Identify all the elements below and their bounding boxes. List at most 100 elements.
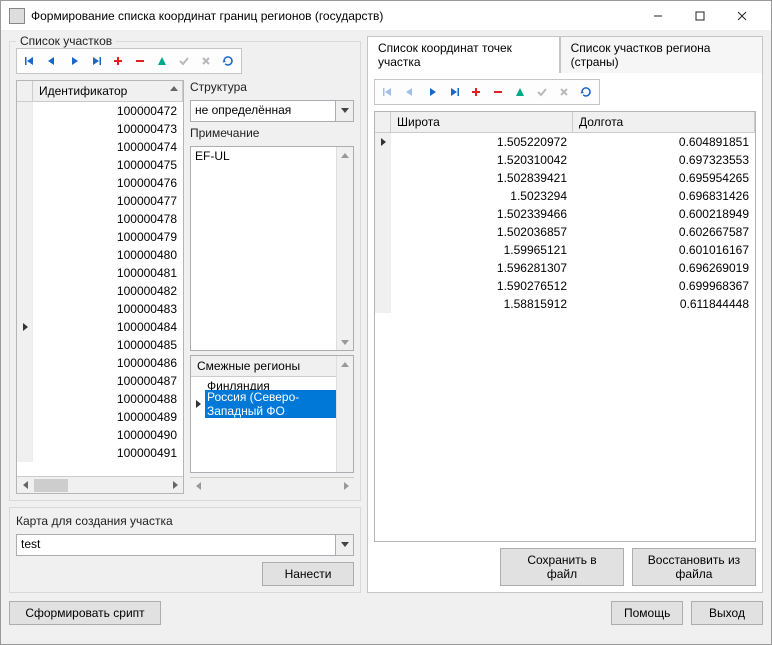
table-row[interactable]: 1.5052209720.604891851 <box>375 133 755 151</box>
row-indicator-icon <box>17 390 33 408</box>
map-select[interactable]: test <box>16 534 354 556</box>
id-grid-header[interactable]: Идентификатор <box>33 81 183 101</box>
id-grid[interactable]: Идентификатор 10000047210000047310000047… <box>16 80 184 494</box>
row-indicator-icon <box>375 205 391 223</box>
nav-last-icon[interactable] <box>86 51 106 71</box>
apply-button[interactable]: Нанести <box>262 562 354 586</box>
table-row[interactable]: 100000481 <box>17 264 183 282</box>
scroll-up-icon[interactable] <box>337 356 353 373</box>
nav-add-icon[interactable] <box>466 82 486 102</box>
scroll-right-icon[interactable] <box>166 477 183 493</box>
table-row[interactable]: 1.5203100420.697323553 <box>375 151 755 169</box>
table-row[interactable]: 100000489 <box>17 408 183 426</box>
restore-from-file-button[interactable]: Восстановить из файла <box>632 548 756 586</box>
nav-add-icon[interactable] <box>108 51 128 71</box>
nav-refresh-icon[interactable] <box>218 51 238 71</box>
tab-coord-points[interactable]: Список координат точек участка <box>367 36 560 73</box>
table-row[interactable]: 100000490 <box>17 426 183 444</box>
map-group-title: Карта для создания участка <box>16 514 354 528</box>
table-row[interactable]: 100000487 <box>17 372 183 390</box>
maximize-button[interactable] <box>679 2 721 30</box>
row-indicator-icon <box>17 210 33 228</box>
nav-delete-icon[interactable] <box>488 82 508 102</box>
nav-edit-icon[interactable] <box>510 82 530 102</box>
nav-delete-icon[interactable] <box>130 51 150 71</box>
nav-refresh-icon[interactable] <box>576 82 596 102</box>
table-row[interactable]: 100000475 <box>17 156 183 174</box>
tab-region-segments[interactable]: Список участков региона (страны) <box>560 36 763 73</box>
nav-first-icon[interactable] <box>20 51 40 71</box>
note-textarea[interactable]: EF-UL <box>190 146 354 351</box>
nav-next-icon[interactable] <box>64 51 84 71</box>
dropdown-icon[interactable] <box>335 535 353 555</box>
note-vscroll[interactable] <box>336 147 353 350</box>
table-row[interactable]: 1.5962813070.696269019 <box>375 259 755 277</box>
table-row[interactable]: 1.5028394210.695954265 <box>375 169 755 187</box>
row-indicator-icon <box>17 444 33 462</box>
nav-prev-icon[interactable] <box>42 51 62 71</box>
coord-col-lon[interactable]: Долгота <box>573 112 755 132</box>
table-row[interactable]: 100000474 <box>17 138 183 156</box>
coord-col-lat[interactable]: Широта <box>391 112 573 132</box>
scroll-left-icon[interactable] <box>190 478 207 494</box>
id-cell: 100000478 <box>33 212 183 226</box>
adj-hscroll[interactable] <box>190 477 354 494</box>
note-value[interactable]: EF-UL <box>191 147 336 350</box>
adjacent-regions-grid[interactable]: Смежные регионыФинляндияРоссия (Северо-З… <box>190 355 354 473</box>
coord-grid[interactable]: Широта Долгота 1.5052209720.6048918511.5… <box>374 111 756 542</box>
minimize-button[interactable] <box>637 2 679 30</box>
id-grid-hscroll[interactable] <box>17 476 183 493</box>
id-cell: 100000483 <box>33 302 183 316</box>
lat-cell: 1.502839421 <box>391 171 573 185</box>
close-button[interactable] <box>721 2 763 30</box>
table-row[interactable]: 100000482 <box>17 282 183 300</box>
nav-last-icon[interactable] <box>444 82 464 102</box>
row-indicator-icon <box>17 120 33 138</box>
table-row[interactable]: 100000486 <box>17 354 183 372</box>
table-row[interactable]: 100000473 <box>17 120 183 138</box>
table-row[interactable]: 100000491 <box>17 444 183 462</box>
help-button[interactable]: Помощь <box>611 601 683 625</box>
scroll-left-icon[interactable] <box>17 477 34 493</box>
titlebar: Формирование списка координат границ рег… <box>1 1 771 31</box>
list-item[interactable]: Россия (Северо-Западный ФО <box>191 395 336 413</box>
form-script-button[interactable]: Сформировать срипт <box>9 601 161 625</box>
lon-cell: 0.604891851 <box>573 135 755 149</box>
scroll-down-icon[interactable] <box>337 333 353 350</box>
table-row[interactable]: 100000477 <box>17 192 183 210</box>
table-row[interactable]: 100000479 <box>17 228 183 246</box>
table-row[interactable]: 1.50232940.696831426 <box>375 187 755 205</box>
id-cell: 100000491 <box>33 446 183 460</box>
table-row[interactable]: 100000488 <box>17 390 183 408</box>
table-row[interactable]: 100000484 <box>17 318 183 336</box>
exit-button[interactable]: Выход <box>691 601 763 625</box>
row-indicator-icon <box>17 246 33 264</box>
adjacent-header[interactable]: Смежные регионы <box>191 356 336 377</box>
scroll-up-icon[interactable] <box>337 147 353 164</box>
table-row[interactable]: 100000478 <box>17 210 183 228</box>
row-indicator-icon <box>191 397 205 411</box>
table-row[interactable]: 100000485 <box>17 336 183 354</box>
nav-next-icon[interactable] <box>422 82 442 102</box>
scroll-thumb[interactable] <box>34 479 68 492</box>
table-row[interactable]: 100000472 <box>17 102 183 120</box>
table-row[interactable]: 1.588159120.611844448 <box>375 295 755 313</box>
lat-cell: 1.590276512 <box>391 279 573 293</box>
scroll-right-icon[interactable] <box>337 478 354 494</box>
table-row[interactable]: 1.5902765120.699968367 <box>375 277 755 295</box>
nav-edit-icon[interactable] <box>152 51 172 71</box>
table-row[interactable]: 1.599651210.601016167 <box>375 241 755 259</box>
id-grid-selector-header <box>17 81 33 101</box>
table-row[interactable]: 100000476 <box>17 174 183 192</box>
table-row[interactable]: 100000483 <box>17 300 183 318</box>
lat-cell: 1.502036857 <box>391 225 573 239</box>
adj-vscroll[interactable] <box>336 356 353 472</box>
dropdown-icon[interactable] <box>335 101 353 121</box>
lon-cell: 0.696831426 <box>573 189 755 203</box>
save-to-file-button[interactable]: Сохранить в файл <box>500 548 624 586</box>
structure-value: не определённая <box>191 101 335 121</box>
table-row[interactable]: 1.5020368570.602667587 <box>375 223 755 241</box>
table-row[interactable]: 1.5023394660.600218949 <box>375 205 755 223</box>
structure-select[interactable]: не определённая <box>190 100 354 122</box>
table-row[interactable]: 100000480 <box>17 246 183 264</box>
